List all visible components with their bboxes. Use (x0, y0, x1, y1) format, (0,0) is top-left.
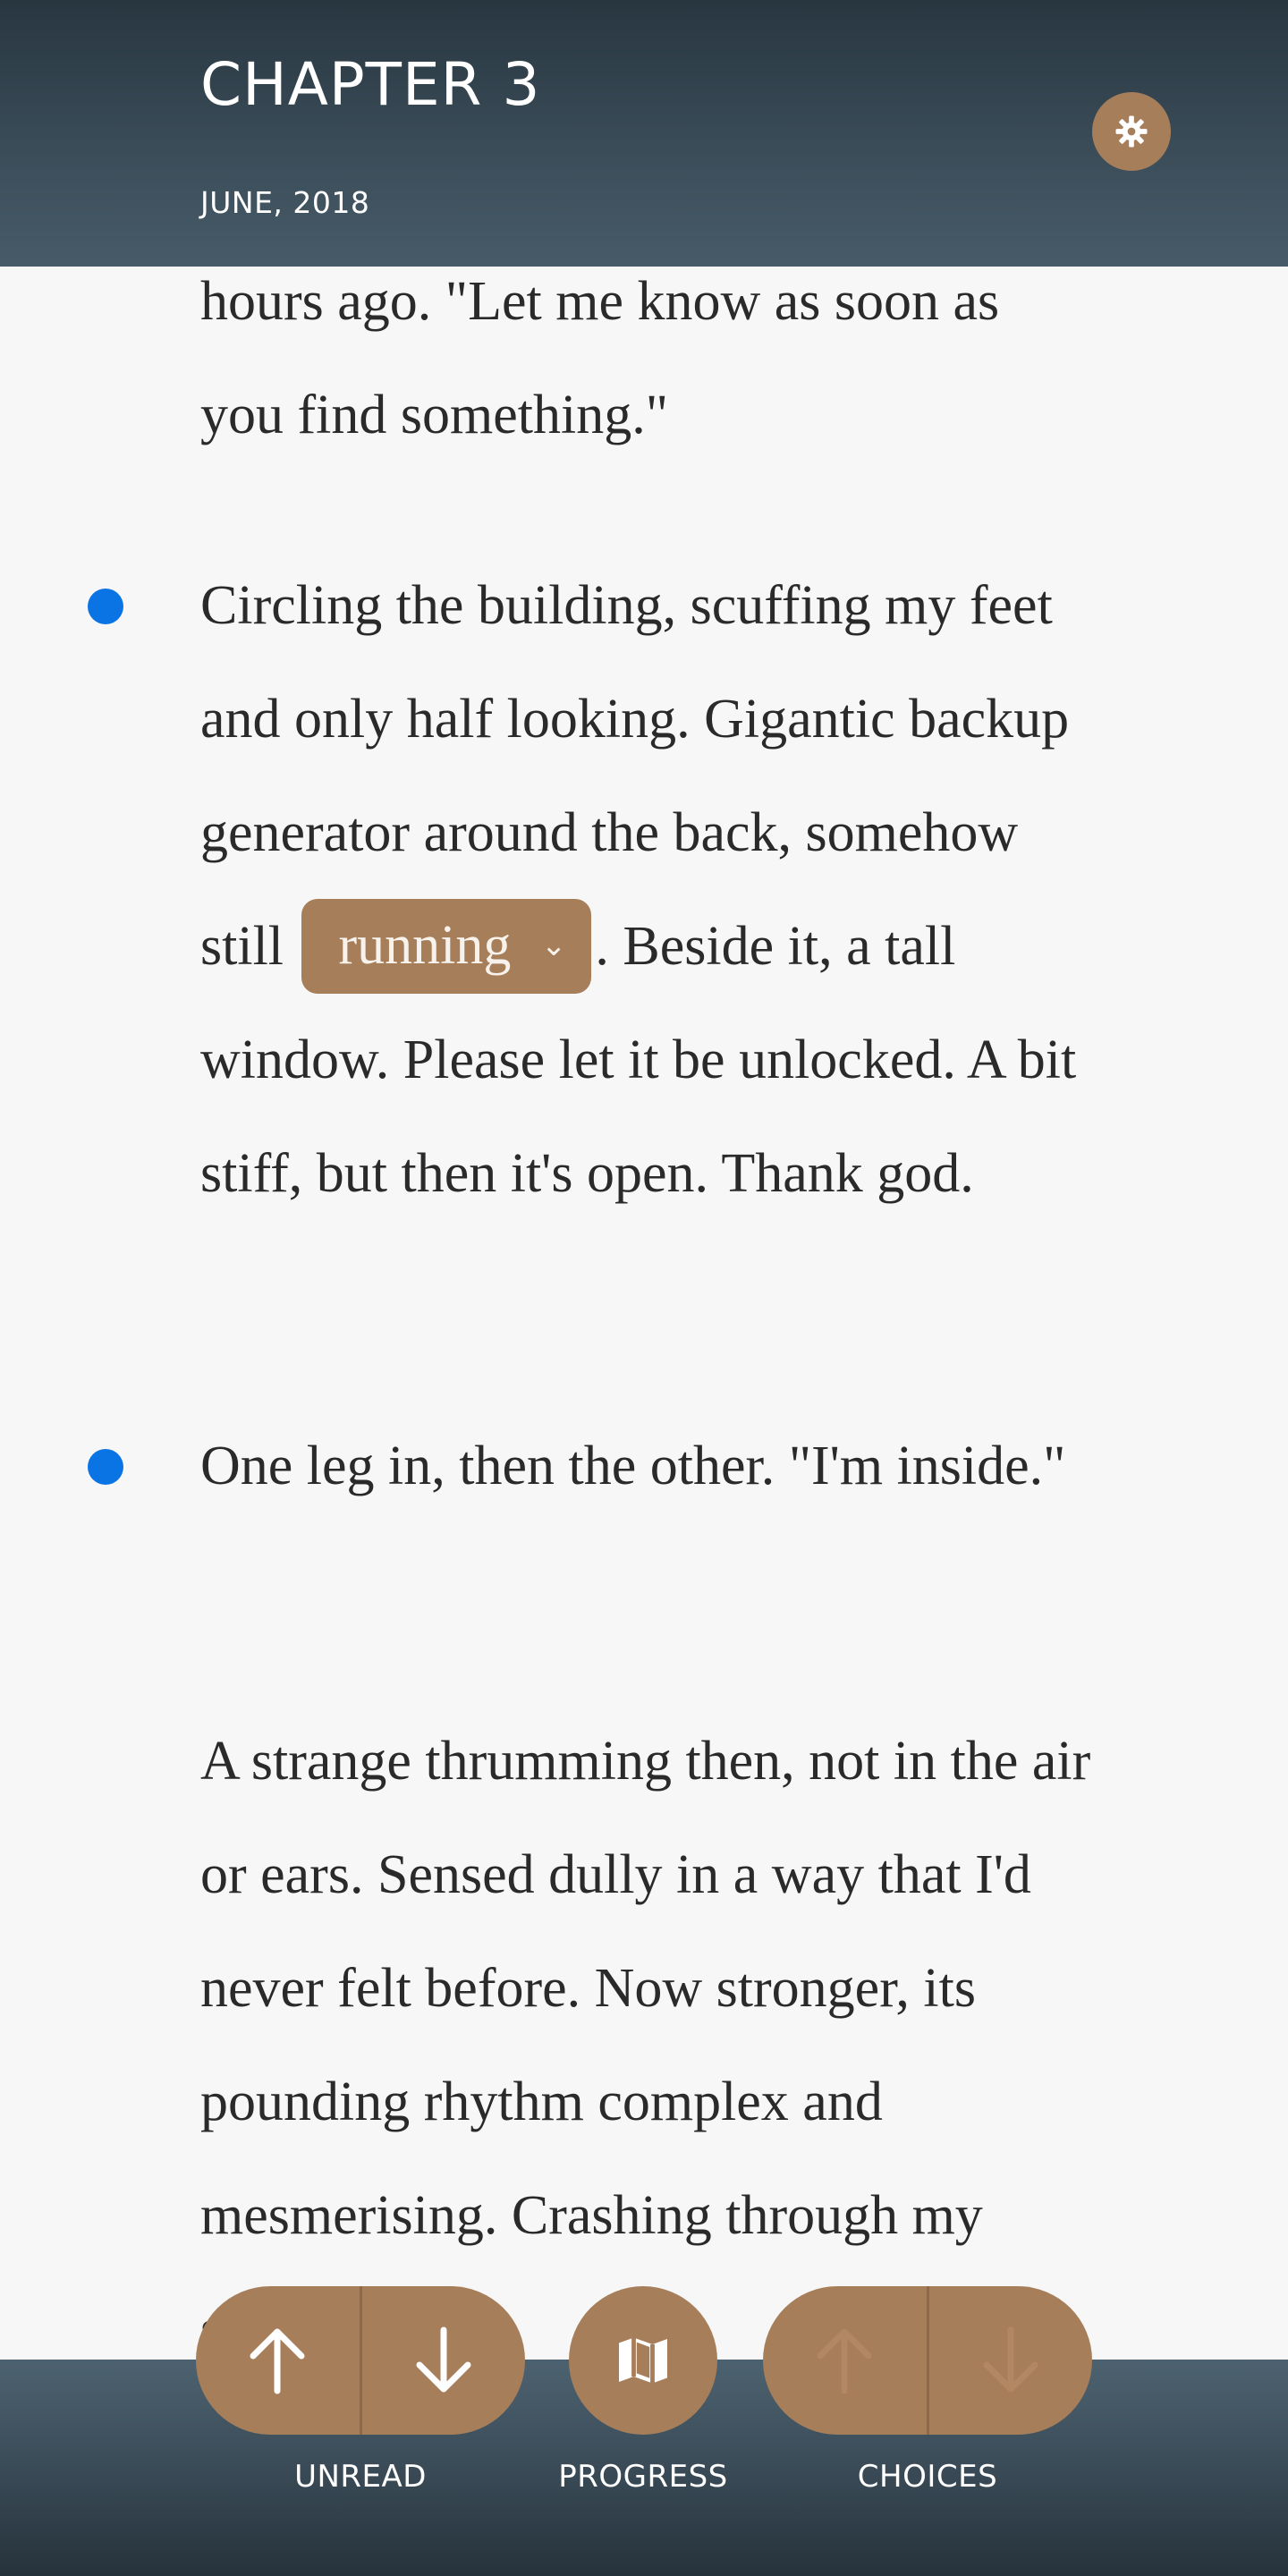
chapter-date: JUNE, 2018 (200, 185, 370, 220)
story-paragraph: A strange thrumming then, not in the air… (200, 1731, 1091, 2360)
chapter-title: CHAPTER 3 (200, 50, 541, 119)
choice-dropdown[interactable]: running ⌄ (301, 898, 592, 994)
gear-icon (1115, 115, 1148, 148)
unread-marker (88, 1449, 123, 1485)
progress-label: PROGRESS (558, 2459, 728, 2495)
choices-previous-button[interactable] (763, 2286, 927, 2435)
arrow-down-icon (416, 2326, 471, 2393)
choices-label: CHOICES (857, 2459, 998, 2495)
arrow-down-icon (983, 2326, 1038, 2393)
arrow-up-icon (817, 2328, 872, 2394)
choice-selected-value: running (338, 914, 512, 976)
unread-previous-button[interactable] (196, 2286, 360, 2435)
story-paragraph: Circling the building, scuffing my feet … (200, 549, 1095, 1231)
chevron-down-icon: ⌄ (540, 927, 567, 963)
arrow-up-icon (250, 2328, 305, 2394)
reader-page: CHAPTER 3 JUNE, 2018 hours ago. "Let me … (0, 0, 1288, 2576)
choices-next-button[interactable] (929, 2286, 1093, 2435)
progress-button[interactable] (569, 2286, 717, 2435)
chapter-header: CHAPTER 3 JUNE, 2018 (0, 0, 1288, 267)
story-paragraph: hours ago. "Let me know as soon as you f… (200, 271, 1000, 445)
unread-marker (88, 589, 123, 624)
choices-navigation (763, 2286, 1092, 2435)
story-paragraph: One leg in, then the other. "I'm inside.… (200, 1436, 1066, 1496)
story-text: hours ago. "Let me know as soon as you f… (0, 267, 1288, 2360)
unread-navigation (196, 2286, 525, 2435)
unread-next-button[interactable] (362, 2286, 526, 2435)
unread-label: UNREAD (294, 2459, 427, 2495)
map-icon (619, 2337, 667, 2384)
settings-button[interactable] (1092, 92, 1171, 171)
